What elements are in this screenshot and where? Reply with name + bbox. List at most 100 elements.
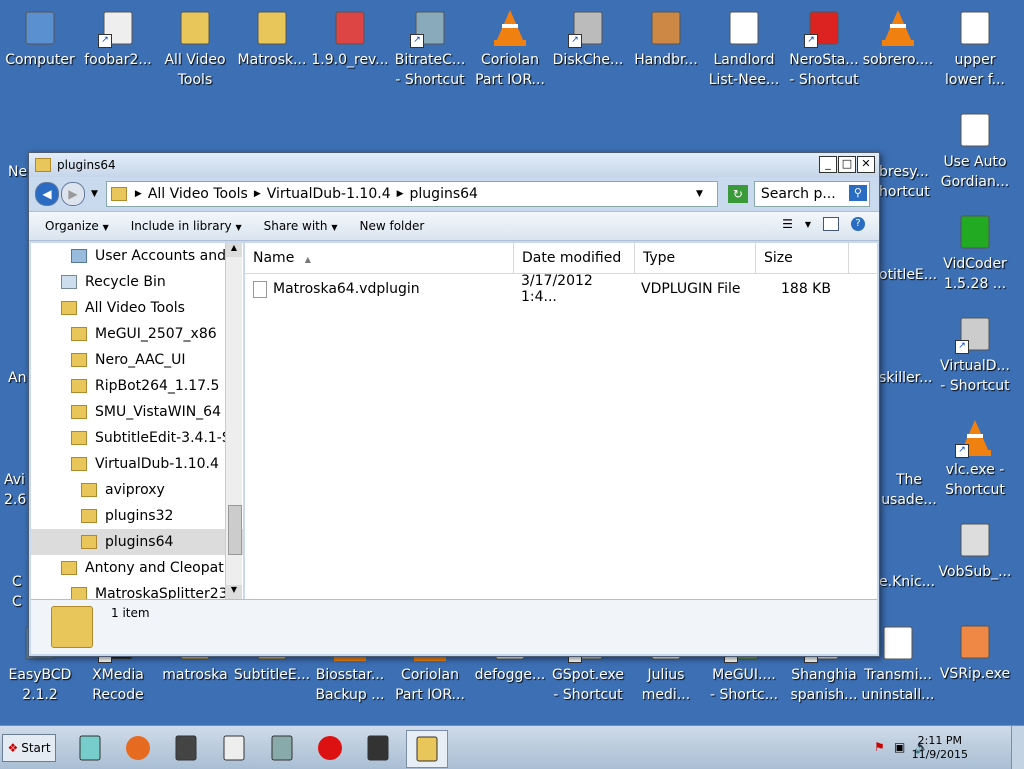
opera-icon[interactable] <box>310 730 350 766</box>
desktop-icon[interactable]: ↗ VirtualD... - Shortcut <box>935 306 1015 396</box>
breadcrumb-item[interactable]: plugins64 <box>410 186 478 202</box>
nav-item-label: RipBot264_1.17.5 <box>95 378 220 394</box>
recent-pages-chevron-icon[interactable]: ▼ <box>91 189 98 199</box>
scroll-up-icon[interactable]: ▲ <box>226 243 242 257</box>
desktop-icon[interactable]: All Video Tools <box>155 0 235 90</box>
nav-item[interactable]: MeGUI_2507_x86 <box>31 321 243 347</box>
desktop-icon[interactable]: VidCoder 1.5.28 ... <box>935 204 1015 294</box>
desktop-icon-label: foobar2... <box>84 52 152 68</box>
back-button[interactable]: ◀ <box>35 182 59 206</box>
nav-item[interactable]: MatroskaSplitter230 <box>31 581 243 599</box>
column-header-size[interactable]: Size <box>756 243 849 273</box>
refresh-icon: ↻ <box>732 187 743 201</box>
nav-item[interactable]: plugins32 <box>31 503 243 529</box>
folder-icon <box>71 457 87 471</box>
firefox-icon[interactable] <box>118 730 158 766</box>
tablet-icon[interactable] <box>70 730 110 766</box>
column-header-type[interactable]: Type <box>635 243 756 273</box>
nav-scrollbar[interactable]: ▲ ▼ <box>225 243 242 599</box>
desktop-icon[interactable]: VSRip.exe <box>935 614 1015 684</box>
media-player-icon[interactable] <box>166 730 206 766</box>
breadcrumb-chevron-icon[interactable]: ▶ <box>397 189 404 199</box>
breadcrumb-item[interactable]: All Video Tools <box>148 186 248 202</box>
blank-document-icon <box>878 623 918 663</box>
column-header-date[interactable]: Date modified <box>514 243 635 273</box>
desktop-partial-label[interactable]: The usade... <box>879 470 939 510</box>
breadcrumb-chevron-icon[interactable]: ▶ <box>254 189 261 199</box>
nav-item[interactable]: SubtitleEdit-3.4.1-Se <box>31 425 243 451</box>
nav-item-label: Nero_AAC_UI <box>95 352 186 368</box>
system-tray: ⚑ ▣ 🔊 2:11 PM 11/9/2015 <box>874 726 1024 769</box>
title-bar[interactable]: plugins64 _ □ ✕ <box>29 153 879 177</box>
desktop-icon[interactable]: sobrero.... <box>858 0 938 70</box>
include-in-library-button[interactable]: Include in library ▼ <box>131 219 242 233</box>
organize-button[interactable]: Organize ▼ <box>45 219 109 233</box>
breadcrumb-item[interactable]: VirtualDub-1.10.4 <box>267 186 391 202</box>
new-folder-button[interactable]: New folder <box>359 219 424 233</box>
desktop-icon[interactable]: upper lower f... <box>935 0 1015 90</box>
desktop-icon[interactable]: ↗ vlc.exe - Shortcut <box>935 410 1015 500</box>
desktop-icon[interactable]: VobSub_... <box>935 512 1015 582</box>
file-row[interactable]: Matroska64.vdplugin 3/17/2012 1:4... VDP… <box>245 273 877 305</box>
desktop-icon-label: XMedia Recode <box>92 667 144 703</box>
preview-pane-icon[interactable] <box>823 217 839 231</box>
desktop-icon[interactable]: ↗ DiskChe... <box>548 0 628 70</box>
desktop-icon[interactable]: Use Auto Gordian... <box>935 102 1015 192</box>
refresh-button[interactable]: ↻ <box>727 185 748 203</box>
breadcrumb-chevron-icon[interactable]: ▶ <box>135 189 142 199</box>
audio-icon[interactable] <box>358 730 398 766</box>
desktop-icon-label: sobrero.... <box>862 52 934 68</box>
nav-item-label: plugins64 <box>105 534 174 550</box>
desktop-icon[interactable]: Matrosk... <box>232 0 312 70</box>
show-desktop-button[interactable] <box>1011 726 1024 769</box>
nav-item[interactable]: Nero_AAC_UI <box>31 347 243 373</box>
desktop-partial-label[interactable]: otitleE... <box>879 265 939 285</box>
address-dropdown-icon[interactable]: ▼ <box>696 189 703 199</box>
scrollbar-thumb[interactable] <box>228 505 242 555</box>
column-headers: Name ▲ Date modified Type Size <box>245 243 877 274</box>
desktop-icon[interactable]: ↗ NeroSta... - Shortcut <box>784 0 864 90</box>
nav-item[interactable]: plugins64 <box>31 529 243 555</box>
archive-icon[interactable] <box>262 730 302 766</box>
forward-button[interactable]: ▶ <box>61 182 85 206</box>
nav-item-label: SubtitleEdit-3.4.1-Se <box>95 430 240 446</box>
start-button[interactable]: ❖ Start <box>2 734 56 762</box>
maximize-button[interactable]: □ <box>838 156 856 173</box>
search-input[interactable]: Search p... ⚲ <box>753 181 870 207</box>
nav-item[interactable]: SMU_VistaWIN_64 <box>31 399 243 425</box>
nav-item[interactable]: aviproxy <box>31 477 243 503</box>
desktop-icon[interactable]: ↗ foobar2... <box>78 0 158 70</box>
desktop-icon[interactable]: Handbr... <box>626 0 706 70</box>
shortcut-arrow-icon: ↗ <box>804 34 818 48</box>
minimize-button[interactable]: _ <box>819 156 837 173</box>
desktop-partial-label[interactable]: bresy... hortcut <box>879 162 939 202</box>
close-button[interactable]: ✕ <box>857 156 875 173</box>
view-options-icon[interactable]: ☰ <box>782 217 793 231</box>
desktop-partial-label[interactable]: e.Knic... <box>879 572 939 592</box>
column-header-name[interactable]: Name ▲ <box>245 243 514 273</box>
address-bar[interactable]: ▶ All Video Tools ▶ VirtualDub-1.10.4 ▶ … <box>105 181 718 207</box>
action-center-icon[interactable]: ⚑ <box>874 740 885 754</box>
nav-item[interactable]: Recycle Bin <box>31 269 243 295</box>
nav-item[interactable]: All Video Tools <box>31 295 243 321</box>
clock[interactable]: 2:11 PM 11/9/2015 <box>912 734 968 762</box>
network-icon[interactable]: ▣ <box>894 740 905 754</box>
desktop-icon[interactable]: ↗ BitrateC... - Shortcut <box>390 0 470 90</box>
desktop-icon[interactable]: Coriolan Part IOR... <box>470 0 550 90</box>
desktop-icon[interactable]: Computer <box>0 0 80 70</box>
foobar-icon[interactable] <box>214 730 254 766</box>
nav-item[interactable]: User Accounts and F <box>31 243 243 269</box>
share-with-button[interactable]: Share with ▼ <box>264 219 338 233</box>
desktop-icon[interactable]: 1.9.0_rev... <box>310 0 390 70</box>
scroll-down-icon[interactable]: ▼ <box>226 585 242 599</box>
desktop-partial-label[interactable]: skiller... <box>879 368 939 388</box>
nav-item[interactable]: Antony and Cleopatr <box>31 555 243 581</box>
chevron-down-icon[interactable]: ▼ <box>805 220 811 229</box>
explorer-icon[interactable] <box>406 730 448 768</box>
search-icon[interactable]: ⚲ <box>848 185 867 201</box>
desktop-icon[interactable]: Landlord List-Nee... <box>704 0 784 90</box>
app-window-icon: ↗ <box>410 8 450 48</box>
nav-item[interactable]: VirtualDub-1.10.4 <box>31 451 243 477</box>
help-icon[interactable]: ? <box>851 217 865 231</box>
nav-item[interactable]: RipBot264_1.17.5 <box>31 373 243 399</box>
